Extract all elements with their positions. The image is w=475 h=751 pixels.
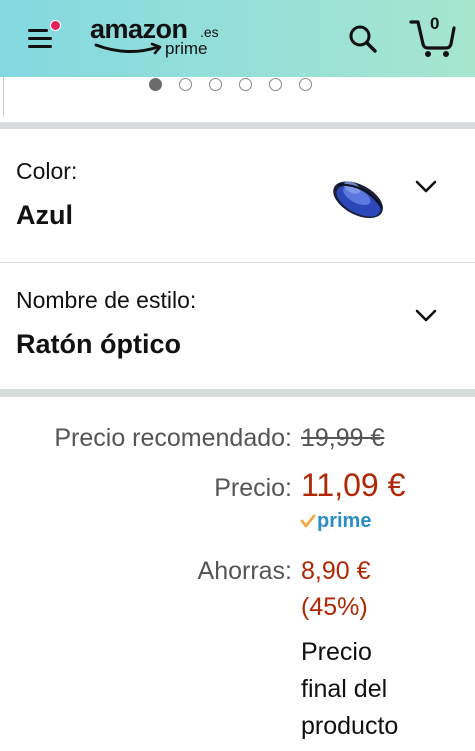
color-label: Color: — [16, 158, 78, 184]
prime-text: prime — [317, 509, 372, 532]
cart-count: 0 — [430, 14, 440, 33]
savings-percent: (45%) — [301, 593, 368, 621]
logo-prime: prime — [165, 39, 208, 58]
menu-icon — [28, 29, 48, 32]
final-price-note: Precio final del producto — [301, 634, 451, 745]
amazon-logo[interactable]: amazon .es prime — [90, 14, 230, 62]
chevron-down-icon — [415, 309, 437, 322]
savings-label: Ahorras: — [197, 557, 292, 585]
list-price-label: Precio recomendado: — [54, 424, 292, 452]
image-gallery-edge — [0, 77, 4, 117]
notification-dot — [50, 20, 61, 31]
final-price-line: final del — [301, 675, 388, 703]
list-price: 19,99 € — [301, 424, 385, 452]
price-label: Precio: — [214, 474, 292, 502]
logo-tld: .es — [200, 24, 219, 40]
style-value: Ratón óptico — [16, 329, 181, 359]
menu-icon-bar — [28, 37, 52, 40]
carousel-dot-3[interactable] — [209, 77, 222, 91]
top-nav-bar: amazon .es prime 0 — [0, 0, 475, 77]
section-divider — [0, 122, 475, 129]
color-value: Azul — [16, 200, 73, 230]
savings-amount: 8,90 € — [301, 557, 371, 585]
current-price: 11,09 € — [301, 467, 406, 503]
carousel-dot-2[interactable] — [179, 77, 192, 91]
carousel-indicators — [149, 77, 312, 91]
carousel-dot-6[interactable] — [299, 77, 312, 91]
prime-check-icon — [300, 514, 316, 528]
search-button[interactable] — [346, 22, 380, 56]
style-selector[interactable]: Nombre de estilo: Ratón óptico — [0, 263, 475, 389]
menu-icon-bar — [28, 45, 52, 48]
carousel-dot-4[interactable] — [239, 77, 252, 91]
color-swatch-image[interactable] — [326, 170, 392, 226]
cart-button[interactable]: 0 — [408, 14, 456, 58]
prime-badge: prime — [300, 510, 371, 532]
final-price-line: Precio — [301, 638, 372, 666]
hamburger-menu-button[interactable] — [26, 18, 66, 54]
chevron-down-icon — [415, 180, 437, 193]
search-icon — [349, 25, 377, 53]
section-divider — [0, 389, 475, 397]
amazon-smile-icon — [94, 42, 162, 55]
carousel-dot-1[interactable] — [149, 77, 162, 91]
carousel-dot-5[interactable] — [269, 77, 282, 91]
final-price-line: producto — [301, 712, 399, 740]
color-selector[interactable]: Color: Azul — [0, 129, 475, 262]
style-label: Nombre de estilo: — [16, 287, 197, 313]
